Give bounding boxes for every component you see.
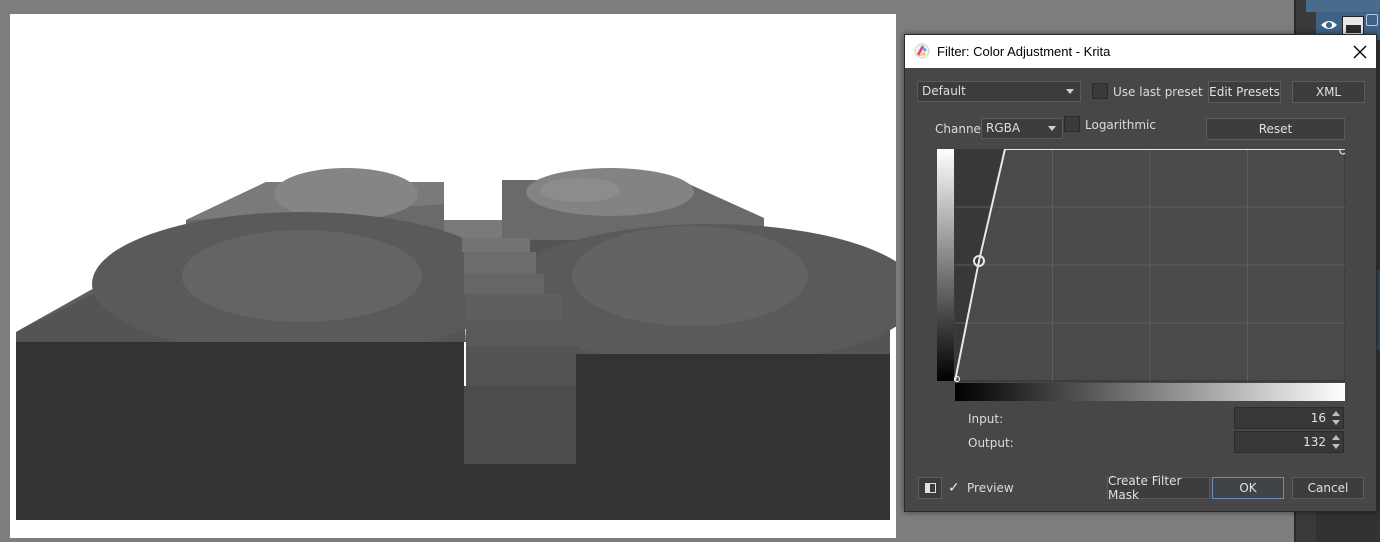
filter-dialog: Filter: Color Adjustment - Krita Default… xyxy=(904,34,1377,512)
output-value: 132 xyxy=(1303,435,1326,449)
ok-button[interactable]: OK xyxy=(1212,477,1284,499)
output-gradient-strip xyxy=(937,149,954,381)
use-last-preset-label: Use last preset xyxy=(1113,85,1203,99)
docker-header xyxy=(1306,0,1380,12)
split-view-icon xyxy=(925,483,936,493)
chevron-up-icon[interactable] xyxy=(1332,435,1340,440)
close-button[interactable] xyxy=(1343,35,1376,68)
input-value: 16 xyxy=(1310,411,1326,425)
input-label: Input: xyxy=(968,412,1004,426)
edit-presets-button[interactable]: Edit Presets xyxy=(1208,81,1281,103)
canvas[interactable] xyxy=(10,14,896,538)
output-label: Output: xyxy=(968,436,1014,450)
create-filter-mask-label: Create Filter Mask xyxy=(1108,474,1182,502)
ok-label: OK xyxy=(1239,481,1257,495)
close-icon xyxy=(1353,45,1366,58)
logarithmic-label: Logarithmic xyxy=(1085,118,1156,132)
compare-view-button[interactable] xyxy=(918,477,942,499)
input-gradient-strip xyxy=(955,383,1345,401)
chevron-down-icon xyxy=(1066,89,1074,94)
cancel-label: Cancel xyxy=(1307,481,1349,495)
preview-checkbox[interactable]: ✓ xyxy=(948,480,962,496)
xml-button[interactable]: XML xyxy=(1292,81,1365,103)
preset-combo-value: Default xyxy=(922,84,966,98)
xml-label: XML xyxy=(1315,85,1342,99)
chevron-down-icon[interactable] xyxy=(1332,420,1340,425)
channel-combo[interactable]: RGBA xyxy=(981,118,1063,139)
cancel-button[interactable]: Cancel xyxy=(1292,477,1364,499)
chevron-down-icon xyxy=(1048,126,1056,131)
preset-combo[interactable]: Default xyxy=(917,81,1081,102)
output-spinbox[interactable]: 132 xyxy=(1234,431,1344,453)
reset-button[interactable]: Reset xyxy=(1206,118,1345,140)
eye-icon[interactable] xyxy=(1320,19,1338,31)
krita-logo-icon xyxy=(914,43,930,59)
curve-editor[interactable] xyxy=(937,149,1345,401)
chevron-up-icon[interactable] xyxy=(1332,411,1340,416)
layer-thumbnail xyxy=(1342,16,1364,36)
preview-label: Preview xyxy=(967,481,1014,495)
canvas-image xyxy=(16,168,896,520)
logarithmic-checkbox[interactable] xyxy=(1064,116,1080,132)
input-spinbox[interactable]: 16 xyxy=(1234,407,1344,429)
use-last-preset-checkbox[interactable] xyxy=(1092,83,1108,99)
dialog-title: Filter: Color Adjustment - Krita xyxy=(937,44,1111,59)
layer-properties-icon[interactable] xyxy=(1366,14,1378,26)
dialog-titlebar[interactable]: Filter: Color Adjustment - Krita xyxy=(905,35,1376,68)
reset-label: Reset xyxy=(1258,122,1293,136)
edit-presets-label: Edit Presets xyxy=(1209,85,1280,99)
create-filter-mask-button[interactable]: Create Filter Mask xyxy=(1107,474,1210,502)
channel-combo-value: RGBA xyxy=(986,121,1021,135)
chevron-down-icon[interactable] xyxy=(1332,444,1340,449)
